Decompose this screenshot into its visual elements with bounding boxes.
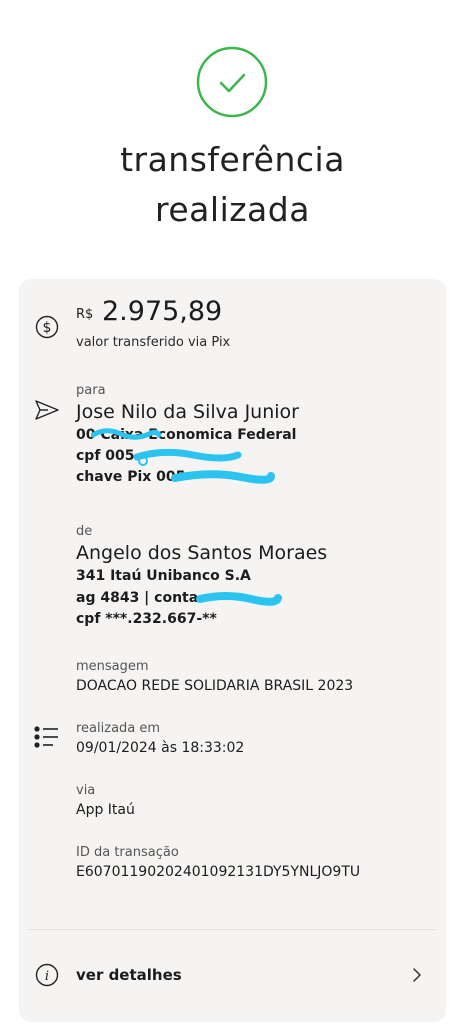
redaction-scribble [171, 470, 275, 484]
sender-cpf: cpf ***.232.667-** [76, 611, 217, 627]
amount-caption: valor transferido via Pix [76, 335, 231, 350]
redaction-scribble [133, 448, 242, 466]
transaction-id-value: E60701190202401092131DY5YNLJO9TU [76, 864, 361, 880]
message-value: DOACAO REDE SOLIDARIA BRASIL 2023 [76, 678, 354, 694]
date-label: realizada em [76, 721, 161, 736]
sender-bank: 341 Itaú Unibanco S.A [76, 568, 251, 584]
send-icon [35, 400, 59, 420]
svg-text:$: $ [43, 320, 52, 336]
recipient-name: Jose Nilo da Silva Junior [76, 401, 299, 423]
redaction-scribble [196, 592, 282, 606]
amount-value: 2.975,89 [102, 296, 223, 327]
via-value: App Itaú [76, 802, 135, 818]
via-label: via [76, 783, 96, 798]
success-check-icon [196, 46, 268, 118]
recipient-cpf: cpf 005. [76, 448, 140, 464]
sender-label: de [76, 524, 93, 539]
redaction-scribble [91, 428, 161, 440]
page-title-line2: realizada [155, 190, 310, 229]
svg-text:i: i [45, 969, 49, 984]
dollar-icon: $ [35, 315, 59, 339]
sender-account: ag 4843 | conta [76, 590, 199, 606]
receipt-card: $ R$ 2.975,89 valor transferido via Pix … [19, 279, 446, 1022]
date-value: 09/01/2024 às 18:33:02 [76, 740, 245, 756]
page-title-line1: transferência [120, 140, 345, 179]
sender-name: Angelo dos Santos Moraes [76, 542, 328, 564]
recipient-label: para [76, 383, 106, 398]
divider [29, 929, 436, 930]
details-button[interactable]: i ver detalhes [19, 947, 446, 1003]
list-icon [34, 726, 58, 748]
chevron-right-icon [413, 968, 421, 982]
transaction-id-label: ID da transação [76, 845, 179, 860]
info-icon: i [35, 963, 59, 987]
details-label: ver detalhes [76, 966, 182, 984]
amount-currency: R$ [76, 307, 94, 322]
message-label: mensagem [76, 659, 149, 674]
recipient-pix-key: chave Pix 005 [76, 469, 186, 485]
